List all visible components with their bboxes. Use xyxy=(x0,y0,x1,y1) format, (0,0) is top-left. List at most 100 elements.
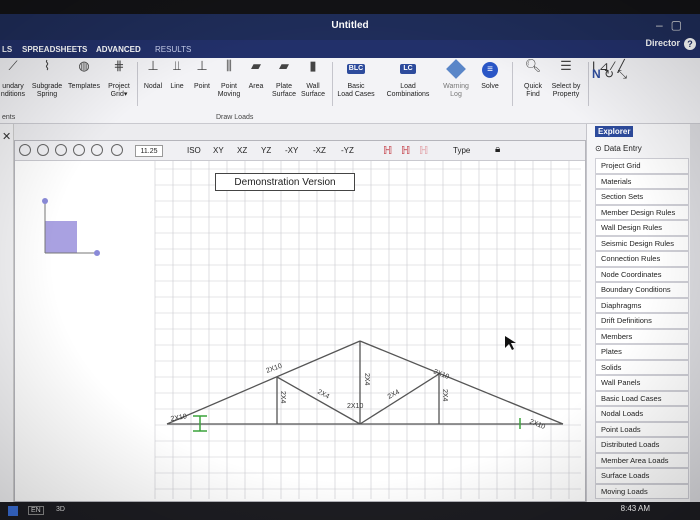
solve-label: Solve xyxy=(481,83,499,90)
explorer-item[interactable]: Seismic Design Rules xyxy=(595,235,689,251)
view-xz-button[interactable]: XZ xyxy=(237,146,247,155)
render-icon[interactable]: ℍ xyxy=(383,144,392,157)
render-icon-3[interactable]: ℍ xyxy=(419,144,428,157)
model-svg[interactable]: 2X10 2X10 2X10 2X10 2X10 2X4 2X4 2X4 2X4… xyxy=(15,161,585,501)
explorer-item[interactable]: Member Design Rules xyxy=(595,204,689,220)
explorer-tab[interactable]: Explorer xyxy=(595,126,634,137)
collapse-icon[interactable]: ⊙ xyxy=(595,144,602,153)
type-dropdown[interactable]: Type xyxy=(453,146,470,155)
data-entry-label: Data Entry xyxy=(603,144,642,153)
quick-find-label: Quick Find xyxy=(524,83,542,98)
windows-start-icon[interactable] xyxy=(8,506,18,516)
view-neg-xz-button[interactable]: -XZ xyxy=(313,146,326,155)
minimize-icon[interactable]: – xyxy=(656,18,671,32)
member-label: 2X10 xyxy=(170,413,187,423)
explorer-item[interactable]: Member Area Loads xyxy=(595,452,689,468)
wall-surface-label: Wall Surface xyxy=(300,83,326,98)
nodal-icon: ⊥ xyxy=(147,58,159,73)
templates-button[interactable]: ◍ Templates xyxy=(66,59,102,91)
window-title: Untitled xyxy=(331,20,369,31)
list-icon: ☰ xyxy=(560,58,572,73)
area-button[interactable]: ▰ Area xyxy=(244,59,268,91)
nodal-button[interactable]: ⊥ Nodal xyxy=(140,58,166,91)
explorer-item[interactable]: Drift Definitions xyxy=(595,313,689,329)
explorer-item[interactable]: Nodal Loads xyxy=(595,406,689,422)
rotate-view-icon-3[interactable] xyxy=(73,144,85,156)
explorer-item[interactable]: Connection Rules xyxy=(595,251,689,267)
zoom-input[interactable]: 11.25 xyxy=(135,145,163,157)
warning-log-button[interactable]: Warning Log xyxy=(438,59,474,99)
select-property-button[interactable]: ☰ Select by Property xyxy=(548,58,584,99)
project-grid-button[interactable]: ⋕ Project Grid▾ xyxy=(104,59,134,99)
north-icon[interactable]: N xyxy=(592,67,601,81)
view-yz-button[interactable]: YZ xyxy=(261,146,271,155)
explorer-item[interactable]: Node Coordinates xyxy=(595,266,689,282)
menu-tab-advanced[interactable]: ADVANCED xyxy=(96,45,141,54)
solve-button[interactable]: ≡ Solve xyxy=(476,62,504,91)
undo-view-icon[interactable] xyxy=(19,144,31,156)
subgrade-button[interactable]: ⌇ Subgrade Spring xyxy=(30,59,64,99)
rotate-icon[interactable]: ↻ xyxy=(604,67,614,81)
model-canvas[interactable]: 2X10 2X10 2X10 2X10 2X10 2X4 2X4 2X4 2X4… xyxy=(15,161,585,501)
help-icon[interactable]: ? xyxy=(684,38,696,50)
lc-badge: LC xyxy=(400,64,416,74)
window-controls[interactable]: –▢ xyxy=(656,18,690,32)
project-grid-label: Project Grid▾ xyxy=(108,83,130,98)
explorer-item[interactable]: Wall Design Rules xyxy=(595,220,689,236)
close-icon[interactable]: ✕ xyxy=(2,130,11,143)
rotate-view-icon-2[interactable] xyxy=(55,144,67,156)
wall-surface-button[interactable]: ▮ Wall Surface xyxy=(298,59,328,99)
explorer-item[interactable]: Diaphragms xyxy=(595,297,689,313)
view-neg-xy-button[interactable]: -XY xyxy=(285,146,298,155)
explorer-item[interactable]: Materials xyxy=(595,173,689,189)
scale-icon[interactable]: ⤡ xyxy=(617,67,627,81)
line-button[interactable]: ⫫ Line xyxy=(166,59,188,91)
model-view-window: 11.25 ISO XY XZ YZ -XY -XZ -YZ ℍ ℍ ℍ Typ… xyxy=(14,140,586,502)
line-label: Line xyxy=(170,83,184,90)
member-labels: 2X10 2X10 2X10 2X10 2X10 2X4 2X4 2X4 2X4… xyxy=(170,363,546,431)
explorer-item[interactable]: Distributed Loads xyxy=(595,437,689,453)
data-entry-section[interactable]: ⊙ Data Entry xyxy=(595,144,642,153)
plate-surface-button[interactable]: ▰ Plate Surface xyxy=(268,59,300,99)
explorer-item[interactable]: Basic Load Cases xyxy=(595,390,689,406)
rotate-view-icon[interactable] xyxy=(37,144,49,156)
explorer-item[interactable]: Section Sets xyxy=(595,189,689,205)
view-xy-button[interactable]: XY xyxy=(213,146,224,155)
member-label: 2X10 xyxy=(528,418,546,431)
quick-tools[interactable]: I ⊿ ⁄ ╱ N ↻ ⤡ xyxy=(592,60,692,81)
explorer-item[interactable]: Point Loads xyxy=(595,421,689,437)
language-indicator[interactable]: EN xyxy=(28,506,44,515)
refresh-view-icon[interactable] xyxy=(111,144,123,156)
basic-load-cases-button[interactable]: BLC Basic Load Cases xyxy=(334,62,378,99)
menu-tab-results[interactable]: RESULTS xyxy=(155,45,191,54)
lock-icon[interactable]: 🔒︎ xyxy=(495,144,500,155)
view-neg-yz-button[interactable]: -YZ xyxy=(341,146,354,155)
menu-tab-ls[interactable]: LS xyxy=(2,45,12,54)
rotate-view-icon-4[interactable] xyxy=(91,144,103,156)
explorer-item[interactable]: Moving Loads xyxy=(595,483,689,499)
explorer-item[interactable]: Plates xyxy=(595,344,689,360)
member-label: 2X4 xyxy=(363,373,370,386)
demo-version-banner: Demonstration Version xyxy=(215,173,355,191)
quick-find-button[interactable]: 🔍︎ Quick Find xyxy=(518,59,548,99)
load-combinations-button[interactable]: LC Load Combinations xyxy=(380,62,436,99)
explorer-item[interactable]: Project Grid xyxy=(595,158,689,174)
view-iso-button[interactable]: ISO xyxy=(187,146,201,155)
menu-tab-spreadsheets[interactable]: SPREADSHEETS xyxy=(22,45,87,54)
point-label: Point xyxy=(194,83,210,90)
render-icon-2[interactable]: ℍ xyxy=(401,144,410,157)
truss[interactable] xyxy=(166,340,564,432)
menu-bar: LS SPREADSHEETS ADVANCED RESULTS xyxy=(0,40,700,58)
3d-mode-indicator[interactable]: 3D xyxy=(56,506,65,513)
point-moving-button[interactable]: ⫼ Point Moving xyxy=(214,59,244,99)
explorer-item[interactable]: Boundary Conditions xyxy=(595,282,689,298)
explorer-item[interactable]: Solids xyxy=(595,359,689,375)
explorer-panel: Explorer ⊙ Data Entry Project Grid Materi… xyxy=(586,124,690,502)
point-button[interactable]: ⊥ Point xyxy=(189,59,215,91)
scrollbar[interactable] xyxy=(690,124,700,502)
boundary-button[interactable]: ⟋ undary nditions xyxy=(0,59,28,99)
explorer-item[interactable]: Surface Loads xyxy=(595,468,689,484)
restore-icon[interactable]: ▢ xyxy=(671,18,690,32)
explorer-item[interactable]: Wall Panels xyxy=(595,375,689,391)
explorer-item[interactable]: Members xyxy=(595,328,689,344)
